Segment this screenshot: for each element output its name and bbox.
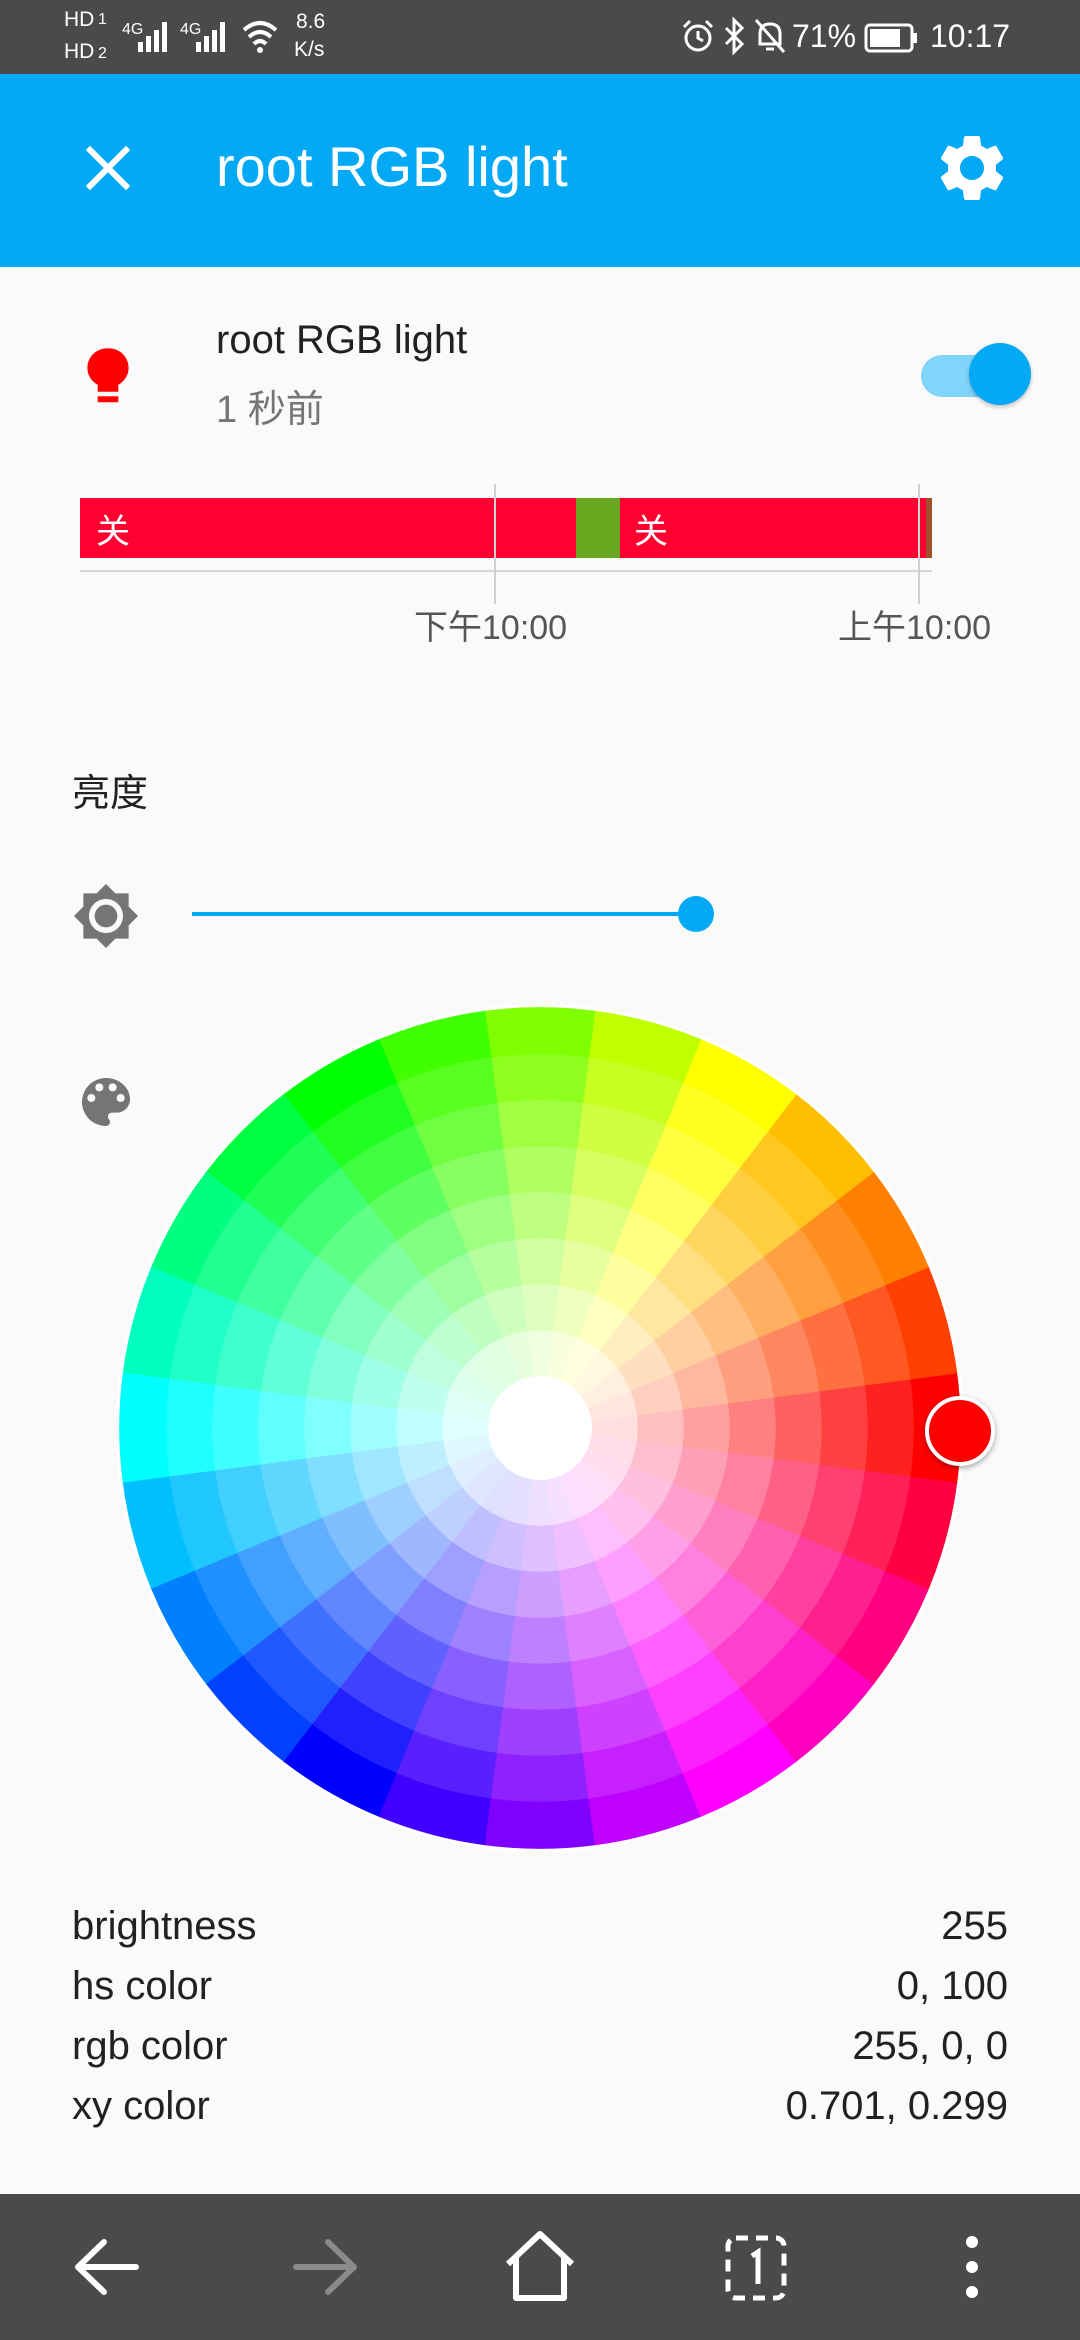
hd1-label: HD (64, 8, 95, 31)
timeline-gridline (494, 484, 496, 604)
attribute-row: rgb color 255, 0, 0 (72, 2024, 1008, 2084)
bell-off-icon (754, 19, 786, 53)
color-wheel-segment[interactable] (682, 1402, 731, 1454)
lightbulb-icon (87, 348, 129, 403)
color-wheel-segment[interactable] (496, 1099, 584, 1149)
color-wheel-segment[interactable] (496, 1707, 584, 1757)
color-wheel-segment[interactable] (257, 1390, 307, 1466)
battery-percent: 71% (792, 18, 857, 54)
timeline-tick-label: 下午10:00 (414, 609, 568, 647)
arrow-left-icon[interactable] (48, 2194, 168, 2340)
brightness-label: 亮度 (72, 773, 149, 815)
hd2-sub: 2 (98, 45, 107, 62)
last-changed: 1 秒前 (216, 389, 324, 431)
attribute-key: hs color (72, 1964, 213, 2008)
alarm-icon (682, 19, 714, 52)
attribute-key: xy color (72, 2084, 210, 2128)
gear-icon[interactable] (932, 128, 1012, 208)
color-wheel-segment[interactable] (303, 1396, 352, 1460)
color-wheel-segment[interactable] (520, 1524, 560, 1573)
attribute-value: 0, 100 (896, 1964, 1008, 2008)
color-wheel-segment[interactable] (864, 1378, 915, 1478)
color-wheel-graphic[interactable] (115, 1003, 965, 1853)
color-wheel-segment[interactable] (490, 1752, 590, 1803)
tabs-icon[interactable] (696, 2194, 816, 2340)
net-speed-unit: K/s (294, 38, 325, 61)
color-wheel-segment[interactable] (349, 1402, 398, 1454)
history-segment-label: 关 (634, 513, 668, 551)
attribute-value: 255, 0, 0 (852, 2024, 1008, 2068)
status-bar: HD 1 HD 2 4G 4G 8.6 K/s 71% 10:17 (0, 0, 1080, 74)
attribute-row: xy color 0.701, 0.299 (72, 2084, 1008, 2144)
attribute-key: brightness (72, 1904, 257, 1948)
battery-icon (864, 23, 917, 53)
color-wheel-segment[interactable] (490, 1053, 590, 1104)
color-wheel-segment[interactable] (728, 1396, 777, 1460)
toggle-knob[interactable] (969, 343, 1031, 405)
color-wheel-segment[interactable] (395, 1408, 444, 1448)
color-wheel-segment[interactable] (484, 1798, 596, 1849)
history-segment-end (926, 498, 932, 558)
attribute-value: 255 (941, 1904, 1008, 1948)
color-wheel[interactable] (115, 1003, 965, 1853)
signal-icon (138, 22, 167, 52)
clock: 10:17 (930, 18, 1011, 54)
color-wheel-segment[interactable] (514, 1237, 566, 1286)
color-wheel-center[interactable] (488, 1376, 592, 1480)
history-segment-on (576, 498, 620, 558)
browser-nav-bar (0, 2194, 1080, 2340)
home-icon[interactable] (480, 2194, 600, 2340)
arrow-right-icon[interactable] (264, 2194, 384, 2340)
color-wheel-thumb[interactable] (925, 1396, 995, 1466)
more-vert-icon[interactable] (912, 2194, 1032, 2340)
color-wheel-segment[interactable] (165, 1378, 216, 1478)
bluetooth-icon (724, 16, 745, 56)
brightness-icon (73, 883, 139, 949)
color-wheel-segment[interactable] (636, 1408, 685, 1448)
app-bar: root RGB light (0, 74, 1080, 267)
page-title: root RGB light (216, 135, 568, 198)
attribute-value: 0.701, 0.299 (785, 2084, 1008, 2128)
color-wheel-segment[interactable] (514, 1570, 566, 1619)
attribute-row: hs color 0, 100 (72, 1964, 1008, 2024)
color-wheel-segment[interactable] (819, 1384, 869, 1472)
entity-name: root RGB light (216, 318, 468, 362)
attribute-row: brightness 255 (72, 1904, 1008, 1964)
color-wheel-segment[interactable] (119, 1372, 170, 1484)
color-wheel-segment[interactable] (211, 1384, 261, 1472)
color-wheel-segment[interactable] (508, 1616, 572, 1665)
slider-thumb[interactable] (678, 896, 714, 932)
hd1-sub: 1 (98, 11, 107, 28)
timeline-axis (80, 570, 932, 572)
color-wheel-segment[interactable] (508, 1191, 572, 1240)
timeline-tick-label: 上午10:00 (838, 609, 992, 647)
color-wheel-segment[interactable] (773, 1390, 823, 1466)
slider-track[interactable] (192, 912, 697, 916)
history-segment-label: 关 (96, 513, 130, 551)
net-speed-value: 8.6 (296, 10, 326, 33)
history-segment-off (80, 498, 576, 558)
color-wheel-segment[interactable] (502, 1661, 578, 1711)
color-wheel-segment[interactable] (502, 1145, 578, 1195)
wifi-icon (242, 21, 278, 53)
color-wheel-segment[interactable] (484, 1007, 596, 1058)
close-icon[interactable] (68, 128, 148, 208)
signal-icon (196, 22, 225, 52)
hd2-label: HD (64, 40, 95, 63)
color-wheel-segment[interactable] (520, 1283, 560, 1332)
timeline-gridline (918, 484, 920, 604)
attribute-key: rgb color (72, 2024, 228, 2068)
